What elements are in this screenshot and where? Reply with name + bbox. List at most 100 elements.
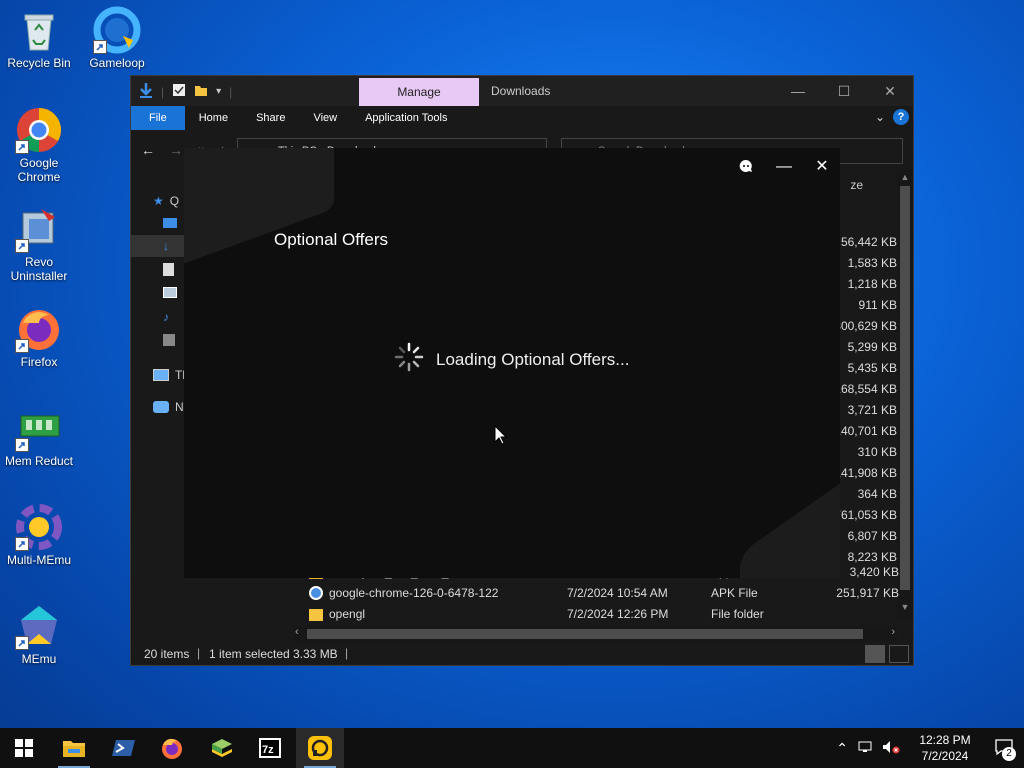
shortcut-arrow-icon [15, 636, 29, 650]
tab-view[interactable]: View [299, 106, 351, 130]
window-title: Downloads [491, 84, 551, 98]
optional-offers-dialog[interactable]: — ✕ Optional Offers Loading Optional Off… [184, 148, 840, 578]
firefox-icon [15, 305, 63, 353]
download-arrow-icon[interactable] [139, 82, 153, 101]
desktop-icon-memu[interactable]: MEmu [0, 602, 78, 666]
file-explorer-icon [63, 741, 85, 757]
file-type: File folder [711, 607, 764, 621]
taskbar-clock[interactable]: 12:28 PM 7/2/2024 [910, 732, 980, 764]
desktop-icon-label: Google Chrome [17, 156, 61, 184]
tab-manage[interactable]: Manage [359, 78, 479, 106]
desktop-icon-mem-reduct[interactable]: Mem Reduct [0, 404, 78, 468]
desktop-icon-label: Mem Reduct [4, 454, 74, 468]
desktop-icon-chrome[interactable]: Google Chrome [0, 106, 78, 184]
large-icons-view-button[interactable] [889, 645, 909, 663]
nav-item-documents[interactable] [163, 263, 174, 276]
notification-count-badge: 2 [1002, 746, 1016, 761]
tab-application-tools[interactable]: Application Tools [351, 106, 461, 130]
star-icon: ★ [153, 194, 164, 208]
expand-ribbon-icon[interactable]: ⌄ [875, 110, 885, 124]
desktop-icon-recycle-bin[interactable]: Recycle Bin [0, 6, 78, 70]
horizontal-scrollbar[interactable]: ‹ › [293, 626, 897, 642]
vertical-scrollbar[interactable]: ▲ ▼ [897, 170, 913, 618]
tab-home[interactable]: Home [185, 106, 242, 130]
start-button[interactable] [0, 728, 48, 768]
taskbar-bluestacks[interactable] [198, 728, 246, 768]
nav-item-desktop[interactable] [163, 218, 177, 228]
network-icon [153, 401, 169, 413]
status-bar: 20 items | 1 item selected 3.33 MB | [131, 643, 913, 665]
forward-arrow-icon[interactable]: → [169, 142, 183, 158]
details-view-button[interactable] [865, 645, 885, 663]
desktop-icon-multi-memu[interactable]: Multi-MEmu [0, 503, 78, 567]
minimize-button[interactable]: — [776, 158, 792, 176]
back-arrow-icon[interactable]: ← [141, 142, 155, 158]
network-icon[interactable] [858, 740, 874, 757]
chat-icon[interactable] [738, 158, 754, 176]
tab-share[interactable]: Share [242, 106, 299, 130]
desktop-icon-gameloop[interactable]: Gameloop [78, 6, 156, 70]
selection-size: 3.33 MB [293, 647, 338, 661]
tab-file[interactable]: File [131, 106, 185, 130]
maximize-button[interactable]: ☐ [821, 76, 867, 106]
mouse-pointer-icon [494, 424, 508, 448]
recycle-bin-icon [15, 6, 63, 54]
gameloop-icon [93, 6, 141, 54]
scrollbar-thumb[interactable] [307, 629, 863, 639]
close-button[interactable]: ✕ [814, 158, 830, 176]
desktop-icon-label: Revo Uninstaller [10, 255, 68, 283]
nav-item-music[interactable]: ♪ [163, 310, 169, 324]
customize-qat-icon[interactable]: ▾ [216, 86, 221, 97]
system-tray: ⌃ 12:28 PM 7/2/2024 2 [836, 728, 1024, 768]
svg-text:7z: 7z [262, 744, 274, 756]
nav-label: N [175, 400, 184, 414]
document-icon [163, 263, 174, 276]
table-row[interactable]: google-chrome-126-0-6478-122 7/2/2024 10… [305, 583, 899, 604]
scrollbar-thumb[interactable] [900, 186, 910, 590]
scroll-up-icon[interactable]: ▲ [897, 172, 913, 182]
chevron-up-icon[interactable]: ⌃ [836, 740, 848, 757]
memu-icon [15, 602, 63, 650]
desktop-icon-firefox[interactable]: Firefox [0, 305, 78, 369]
nav-item-this-pc[interactable]: Tl [153, 368, 185, 382]
help-icon[interactable]: ? [893, 109, 909, 125]
close-button[interactable]: ✕ [867, 76, 913, 106]
7zip-icon: 7z [259, 738, 281, 758]
volume-muted-icon[interactable] [882, 740, 900, 757]
nav-item-pictures[interactable] [163, 287, 177, 298]
taskbar-ldplayer[interactable] [296, 728, 344, 768]
spinner-icon [394, 342, 424, 377]
taskbar-powershell[interactable] [100, 728, 148, 768]
column-header-size[interactable]: ze [850, 178, 863, 192]
title-bar[interactable]: | ▾ | Manage Downloads — ☐ ✕ [131, 76, 913, 106]
scroll-down-icon[interactable]: ▼ [897, 602, 913, 612]
desktop-icon-label: Recycle Bin [7, 56, 71, 70]
file-name: opengl [329, 607, 366, 621]
nav-item-downloads[interactable]: ↓ [163, 239, 169, 253]
video-icon [163, 334, 175, 346]
notifications-icon[interactable]: 2 [984, 738, 1024, 761]
desktop-icon-label: Gameloop [89, 56, 145, 70]
taskbar: 7z ⌃ 12:28 PM 7/2/2024 2 [0, 728, 1024, 768]
picture-icon [163, 287, 177, 298]
download-icon: ↓ [163, 239, 169, 253]
minimize-button[interactable]: — [775, 76, 821, 106]
nav-item-quick-access[interactable]: ★ Q [153, 194, 179, 208]
revo-uninstaller-icon [15, 205, 63, 253]
apk-file-icon [309, 586, 323, 600]
scroll-right-icon[interactable]: › [891, 626, 895, 638]
windows-logo-icon [15, 739, 33, 757]
desktop-icon-label: MEmu [21, 652, 57, 666]
scroll-left-icon[interactable]: ‹ [295, 626, 299, 638]
properties-icon[interactable] [172, 83, 186, 100]
taskbar-file-explorer[interactable] [50, 728, 98, 768]
table-row[interactable]: opengl 7/2/2024 12:26 PM File folder [305, 604, 899, 625]
desktop-icon-revo[interactable]: Revo Uninstaller [0, 205, 78, 283]
nav-item-videos[interactable] [163, 334, 175, 346]
taskbar-firefox[interactable] [148, 728, 196, 768]
decorative-shape [740, 462, 840, 578]
nav-item-network[interactable]: N [153, 400, 184, 414]
new-folder-icon[interactable] [194, 83, 208, 100]
desktop-icon-label: Firefox [20, 355, 58, 369]
taskbar-7zip[interactable]: 7z [246, 728, 294, 768]
